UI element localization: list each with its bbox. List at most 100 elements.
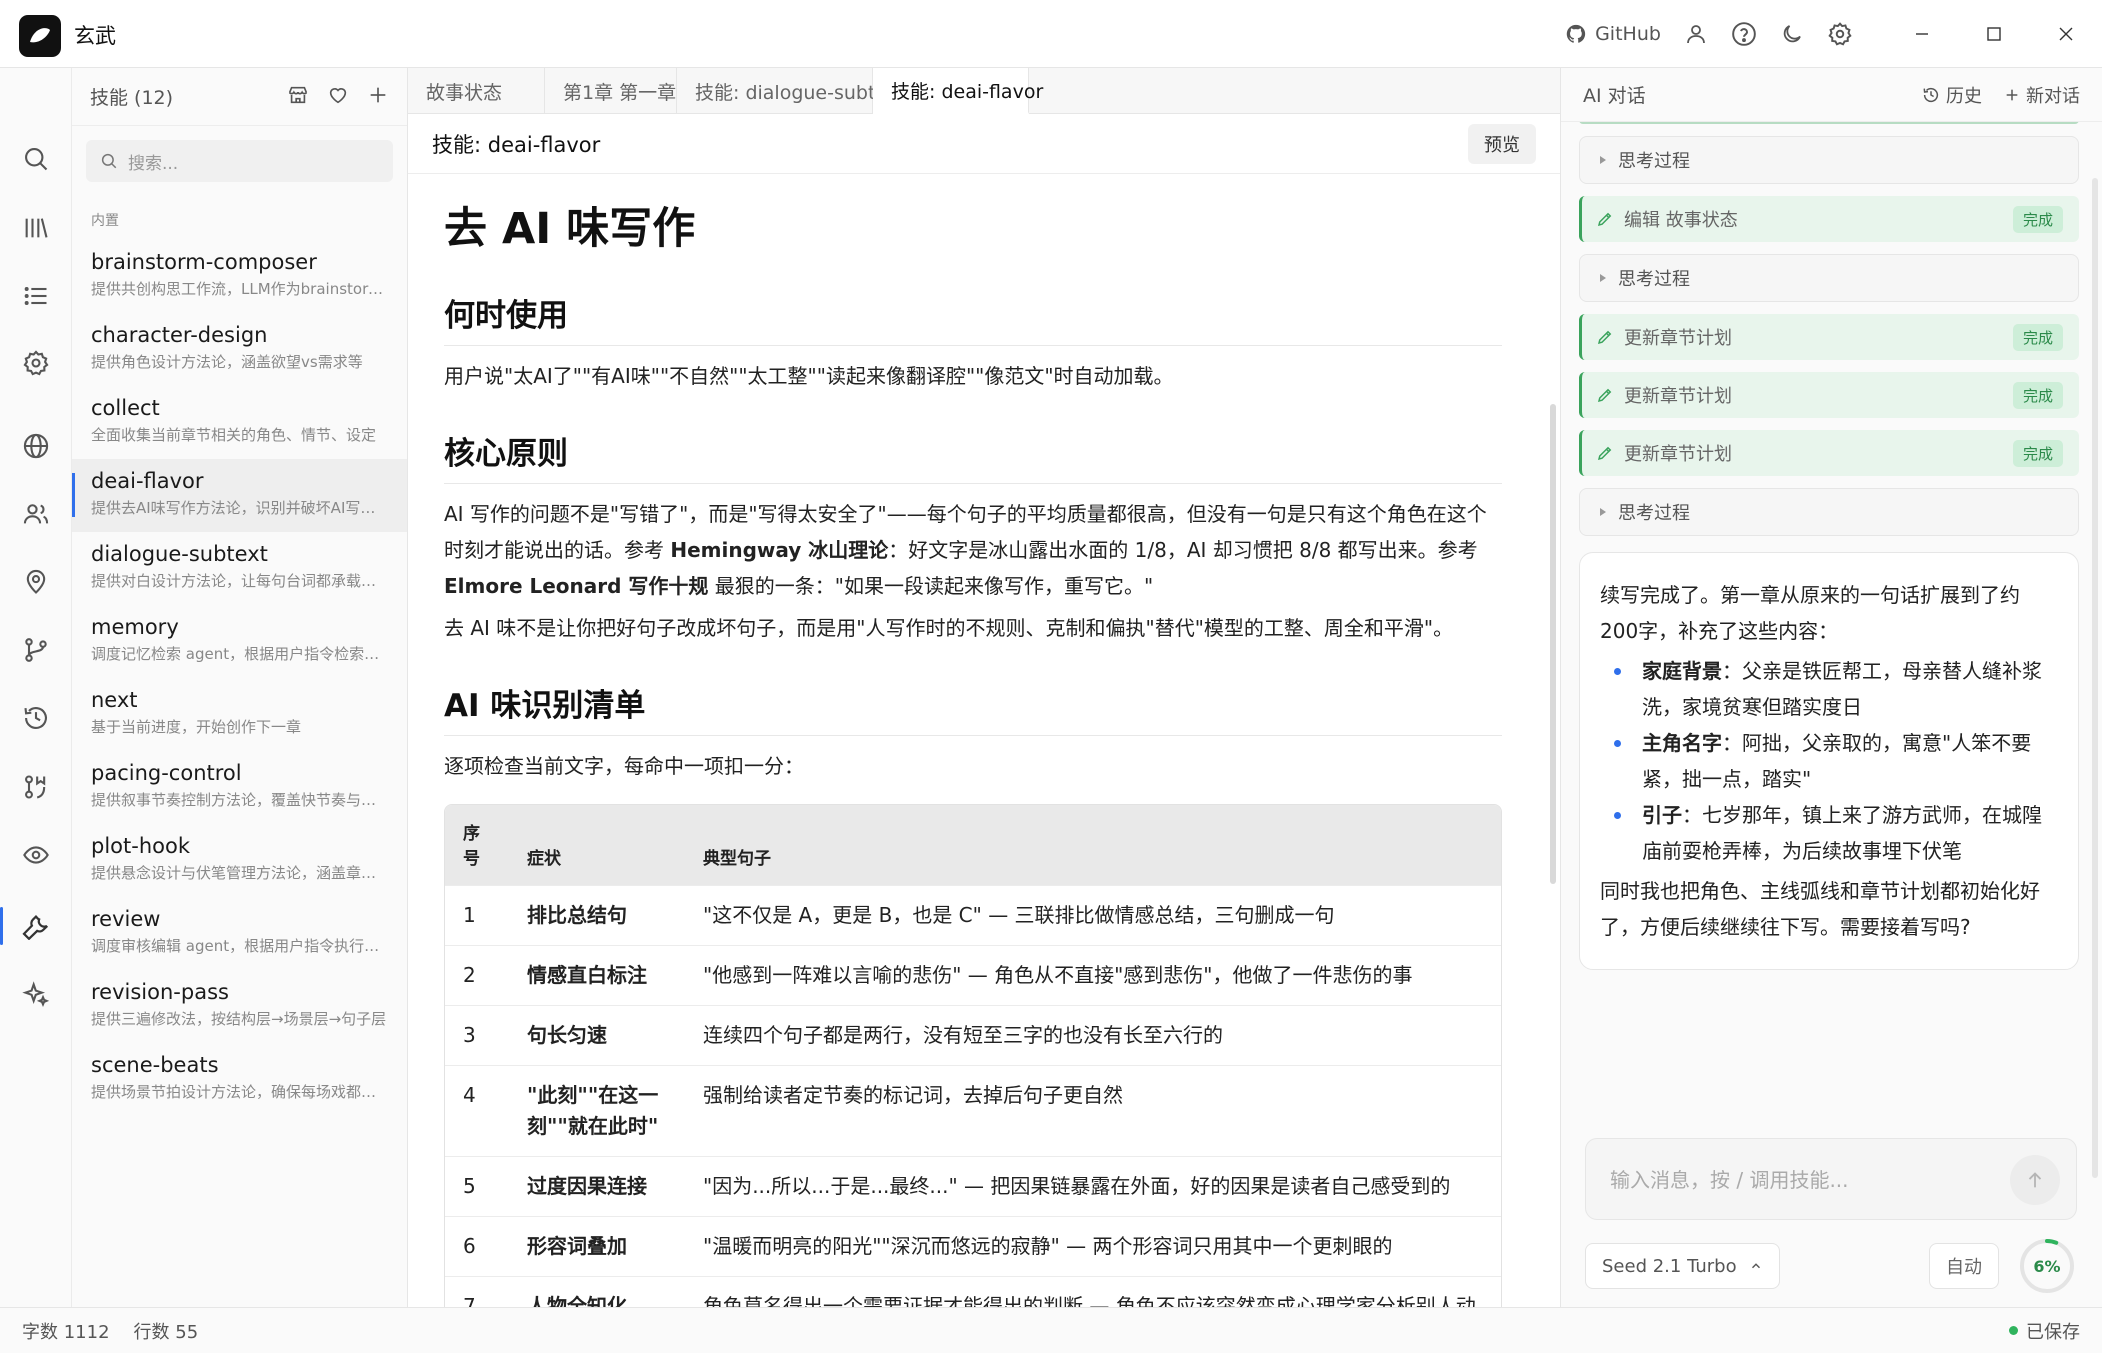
tool-call-card[interactable]: 编辑 故事状态 完成 [1579,196,2079,242]
skill-item-plot-hook[interactable]: plot-hook 提供悬念设计与伏笔管理方法论，涵盖章节钩子 [72,824,407,897]
tool-call-card[interactable]: 更新章节计划 完成 [1579,430,2079,476]
skill-item-review[interactable]: review 调度审核编辑 agent，根据用户指令执行审核 [72,897,407,970]
context-usage-ring[interactable]: 6% [2017,1236,2077,1296]
skill-name: dialogue-subtext [91,542,268,566]
world-globe-icon[interactable] [0,417,72,475]
table-row: 2 情感直白标注 "他感到一阵难以言喻的悲伤" — 角色从不直接"感到悲伤"，他做了… [445,945,1501,1006]
user-icon[interactable] [1672,14,1720,54]
plot-branch-icon[interactable] [0,621,72,679]
new-chat-button[interactable]: 新对话 [2004,82,2080,108]
tool-call-card[interactable]: 更新章节计划 完成 [1579,372,2079,418]
model-name: Seed 2.1 Turbo [1602,1255,1737,1277]
skill-name: character-design [91,323,268,347]
thinking-label: 思考过程 [1618,503,1690,524]
chat-input[interactable] [1610,1163,1990,1197]
skill-item-brainstorm-composer[interactable]: brainstorm-composer 提供共创构思工作流，LLM作为brains… [72,240,407,313]
caret-right-icon [1600,156,1606,164]
foreshadow-icon[interactable] [0,758,72,816]
chat-header: AI 对话 历史 新对话 [1561,68,2102,122]
characters-icon[interactable] [0,485,72,543]
ai-sparkle-icon[interactable] [0,966,72,1024]
location-pin-icon[interactable] [0,553,72,611]
saved-dot-icon [2009,1326,2018,1335]
thinking-process-toggle[interactable]: 思考过程 [1579,136,2079,184]
skills-wrench-icon[interactable] [0,897,72,955]
pencil-icon [1597,446,1612,461]
previous-tool-edge [1579,122,2079,124]
thinking-process-toggle[interactable]: 思考过程 [1579,488,2079,536]
story-settings-icon[interactable] [0,334,72,392]
editor-tab-1[interactable]: 第1章 第一章 [545,68,677,114]
auto-mode-button[interactable]: 自动 [1929,1243,1999,1289]
thinking-process-toggle[interactable]: 思考过程 [1579,254,2079,302]
store-icon[interactable] [287,84,309,110]
add-skill-icon[interactable] [367,84,389,110]
favorite-heart-icon[interactable] [327,84,349,110]
skill-item-revision-pass[interactable]: revision-pass 提供三遍修改法，按结构层→场景层→句子层 [72,970,407,1043]
chat-input-box[interactable] [1585,1138,2077,1220]
outline-list-icon[interactable] [0,267,72,325]
document-body: 去 AI 味写作 何时使用 用户说"太AI了""有AI味""不自然""太工整""… [408,174,1548,1307]
table-row: 1 排比总结句 "这不仅是 A，更是 B，也是 C" — 三联排比做情感总结，三句删… [445,885,1501,946]
settings-gear-icon[interactable] [1816,14,1864,54]
scrollbar-thumb[interactable] [1550,404,1556,884]
title-bar: 玄武 GitHub [0,0,2102,68]
search-icon[interactable] [0,130,72,188]
skill-list: brainstorm-composer 提供共创构思工作流，LLM作为brains… [72,240,407,1116]
skill-item-scene-beats[interactable]: scene-beats 提供场景节拍设计方法论，确保每场戏都有推进 [72,1043,407,1116]
core-principles-paragraph: AI 写作的问题不是"写错了"，而是"写得太安全了"——每个句子的平均质量都很高… [444,502,1487,598]
bullet-heading: 主角名字 [1642,731,1722,755]
skill-description: 提供角色设计方法论，涵盖欲望vs需求等 [91,353,363,371]
caret-right-icon [1600,274,1606,282]
skill-item-pacing-control[interactable]: pacing-control 提供叙事节奏控制方法论，覆盖快节奏与慢节奏 [72,751,407,824]
row-example: "温暖而明亮的阳光""深沉而悠远的寂静" — 两个形容词只用其中一个更刺眼的 [685,1216,1501,1277]
status-bar: 字数 1112 行数 55 已保存 [0,1307,2102,1353]
arrow-up-icon [2028,1172,2042,1188]
skill-name: plot-hook [91,834,190,858]
skill-item-character-design[interactable]: character-design 提供角色设计方法论，涵盖欲望vs需求等 [72,313,407,386]
document-scrollbar[interactable] [1548,174,1558,1307]
skill-description: 调度记忆检索 agent，根据用户指令检索相关记忆 [91,645,389,663]
help-icon[interactable] [1720,14,1768,54]
editor-tab-2[interactable]: 技能: dialogue-subtext [677,68,905,114]
editor-tab-0[interactable]: 故事状态 [408,68,545,114]
save-status: 已保存 [2009,1318,2080,1344]
send-button[interactable] [2010,1155,2060,1205]
skill-item-deai-flavor[interactable]: deai-flavor 提供去AI味写作方法论，识别并破坏AI写作模式 [72,459,407,532]
skill-description: 基于当前进度，开始创作下一章 [91,718,302,736]
editor-tab-3[interactable]: 技能: deai-flavor [873,68,1043,114]
timeline-history-icon[interactable] [0,689,72,747]
skill-item-memory[interactable]: memory 调度记忆检索 agent，根据用户指令检索相关记忆 [72,605,407,678]
row-number: 5 [445,1156,509,1217]
skills-search-box[interactable]: 搜索... [86,140,393,182]
history-button[interactable]: 历史 [1922,82,1982,108]
row-example: 角色莫名得出一个需要证据才能得出的判断 — 角色不应该突然变成心理学家分析别人动… [685,1276,1501,1307]
preview-eye-icon[interactable] [0,826,72,884]
tool-call-label: 更新章节计划 [1624,328,1732,349]
maximize-window-icon[interactable] [1958,14,2030,54]
assistant-message: 续写完成了。第一章从原来的一句话扩展到了约200字，补充了这些内容： 家庭背景：… [1579,552,2079,970]
document-title: 技能: deai-flavor [432,132,601,157]
tool-call-card[interactable]: 更新章节计划 完成 [1579,314,2079,360]
plus-icon [2006,89,2018,100]
chat-message-list: 思考过程 编辑 故事状态 完成 思考过程 更新章节计划 完成 更新章节计划 完成 更新章节计划完… [1579,122,2079,1162]
skill-item-next[interactable]: next 基于当前进度，开始创作下一章 [72,678,407,751]
dark-mode-icon[interactable] [1768,14,1816,54]
skill-name: deai-flavor [91,469,204,493]
row-number: 1 [445,885,509,946]
library-icon[interactable] [0,199,72,257]
model-selector[interactable]: Seed 2.1 Turbo [1585,1243,1780,1289]
skill-description: 调度审核编辑 agent，根据用户指令执行审核 [91,937,389,955]
preview-button[interactable]: 预览 [1468,123,1536,164]
list-item: 家庭背景：父亲是铁匠帮工，母亲替人缝补浆洗，家境贫寒但踏实度日 [1600,653,2056,725]
close-window-icon[interactable] [2030,14,2102,54]
checklist-intro: 逐项检查当前文字，每命中一项扣一分： [444,754,804,778]
history-icon [1923,87,1939,102]
skill-item-collect[interactable]: collect 全面收集当前章节相关的角色、情节、设定 [72,386,407,459]
github-link[interactable]: GitHub [1554,14,1672,54]
chat-scrollbar[interactable] [2092,178,2098,1178]
skills-header: 技能 (12) [72,68,407,126]
skill-item-dialogue-subtext[interactable]: dialogue-subtext 提供对白设计方法论，让每句台词都承载潜台词 [72,532,407,605]
github-icon [1566,24,1586,43]
minimize-window-icon[interactable] [1886,14,1958,54]
